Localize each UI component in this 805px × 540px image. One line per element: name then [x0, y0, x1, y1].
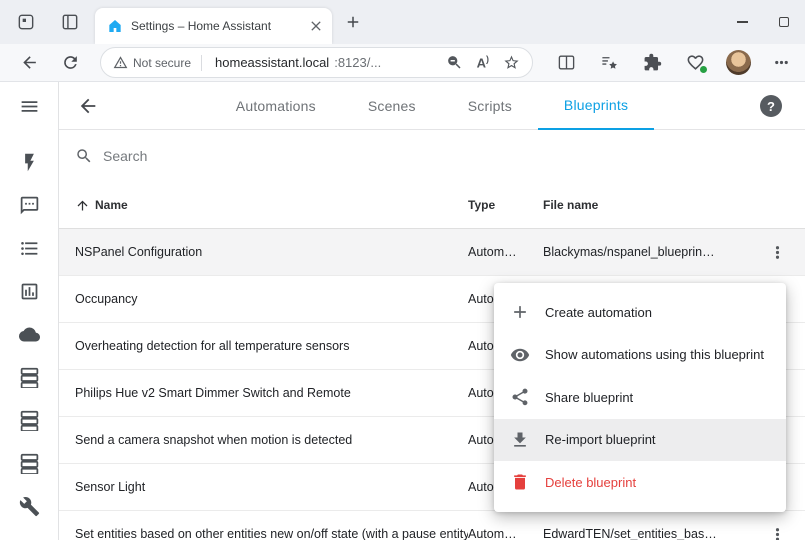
row-overflow-icon[interactable]	[768, 243, 787, 262]
sidebar-history-icon[interactable]	[0, 273, 58, 309]
refresh-button[interactable]	[61, 53, 80, 72]
tab-close-icon[interactable]	[308, 18, 324, 34]
row-name: NSPanel Configuration	[59, 245, 468, 259]
row-name: Set entities based on other entities new…	[59, 527, 468, 540]
back-button[interactable]	[20, 53, 39, 72]
table-header: Name Type File name	[59, 182, 805, 229]
plus-icon	[510, 302, 530, 322]
read-aloud-icon[interactable]: A	[477, 55, 489, 69]
minimize-button[interactable]	[721, 0, 763, 44]
menu-delete-blueprint[interactable]: Delete blueprint	[494, 461, 786, 504]
security-label[interactable]: Not secure	[133, 56, 191, 70]
profile-avatar[interactable]	[717, 50, 760, 75]
sidebar-energy-icon[interactable]	[0, 144, 58, 180]
trash-icon	[510, 472, 530, 492]
essentials-status-dot	[699, 65, 708, 74]
address-divider	[201, 55, 202, 71]
sidebar-menu-icon[interactable]	[0, 88, 58, 124]
row-file: EdwardTEN/set_entities_bas…	[543, 527, 749, 540]
tab-title: Settings – Home Assistant	[131, 19, 300, 33]
tab-actions-icon[interactable]	[60, 12, 80, 32]
ha-sidebar	[0, 82, 59, 540]
home-assistant-favicon	[107, 18, 123, 34]
browser-essentials-icon[interactable]	[674, 53, 717, 72]
row-type: Autom…	[468, 245, 543, 259]
eye-icon	[510, 345, 530, 365]
row-overflow-icon[interactable]	[768, 525, 787, 540]
address-bar[interactable]: Not secure homeassistant.local :8123/...…	[100, 47, 533, 78]
browser-toolbar: Not secure homeassistant.local :8123/...…	[0, 44, 805, 82]
help-icon[interactable]: ?	[760, 95, 782, 117]
sort-arrow-icon[interactable]	[75, 198, 90, 213]
sidebar-assist-icon[interactable]	[0, 187, 58, 223]
browser-menu-icon[interactable]	[760, 53, 803, 72]
favorites-icon[interactable]	[588, 53, 631, 72]
browser-tab[interactable]: Settings – Home Assistant	[95, 8, 332, 44]
tab-blueprints[interactable]: Blueprints	[538, 82, 654, 130]
url-host[interactable]: homeassistant.local	[215, 55, 329, 70]
header-name[interactable]: Name	[95, 198, 128, 212]
menu-share-blueprint[interactable]: Share blueprint	[494, 376, 786, 419]
split-screen-icon[interactable]	[545, 53, 588, 72]
sidebar-tools-icon[interactable]	[0, 488, 58, 524]
extensions-icon[interactable]	[631, 53, 674, 72]
menu-reimport-blueprint[interactable]: Re-import blueprint	[494, 419, 786, 462]
blueprint-context-menu: Create automation Show automations using…	[494, 283, 786, 512]
header-type[interactable]: Type	[468, 198, 543, 212]
tab-scenes[interactable]: Scenes	[342, 82, 442, 130]
sidebar-logbook-icon[interactable]	[0, 230, 58, 266]
sidebar-cloud-icon[interactable]	[0, 316, 58, 352]
new-tab-button[interactable]	[344, 13, 362, 31]
download-icon	[510, 430, 530, 450]
header-file[interactable]: File name	[543, 198, 749, 212]
row-name: Overheating detection for all temperatur…	[59, 339, 468, 353]
search-icon	[75, 147, 93, 165]
row-type: Autom…	[468, 527, 543, 540]
row-name: Occupancy	[59, 292, 468, 306]
favorite-star-icon[interactable]	[503, 54, 520, 71]
url-path[interactable]: :8123/...	[334, 55, 381, 70]
tab-automations[interactable]: Automations	[210, 82, 342, 130]
ha-nav-tabs: Automations Scenes Scripts Blueprints	[59, 82, 805, 130]
row-file: Blackymas/nspanel_blueprin…	[543, 245, 749, 259]
row-name: Send a camera snapshot when motion is de…	[59, 433, 468, 447]
tab-scripts[interactable]: Scripts	[442, 82, 538, 130]
ha-header: Automations Scenes Scripts Blueprints ?	[59, 82, 805, 130]
share-icon	[510, 387, 530, 407]
menu-show-automations[interactable]: Show automations using this blueprint	[494, 334, 786, 377]
row-name: Philips Hue v2 Smart Dimmer Switch and R…	[59, 386, 468, 400]
search-input[interactable]	[103, 148, 423, 164]
menu-create-automation[interactable]: Create automation	[494, 291, 786, 334]
maximize-button[interactable]	[763, 0, 805, 44]
browser-titlebar: Settings – Home Assistant	[0, 0, 805, 44]
row-name: Sensor Light	[59, 480, 468, 494]
not-secure-warning-icon	[113, 55, 128, 70]
workspaces-icon[interactable]	[16, 12, 36, 32]
sidebar-addon-icon[interactable]	[0, 402, 58, 438]
search-row	[59, 130, 805, 182]
table-row[interactable]: Set entities based on other entities new…	[59, 511, 805, 540]
table-row[interactable]: NSPanel Configuration Autom… Blackymas/n…	[59, 229, 805, 276]
zoom-icon[interactable]	[446, 54, 463, 71]
sidebar-addon-icon[interactable]	[0, 359, 58, 395]
sidebar-addon-icon[interactable]	[0, 445, 58, 481]
